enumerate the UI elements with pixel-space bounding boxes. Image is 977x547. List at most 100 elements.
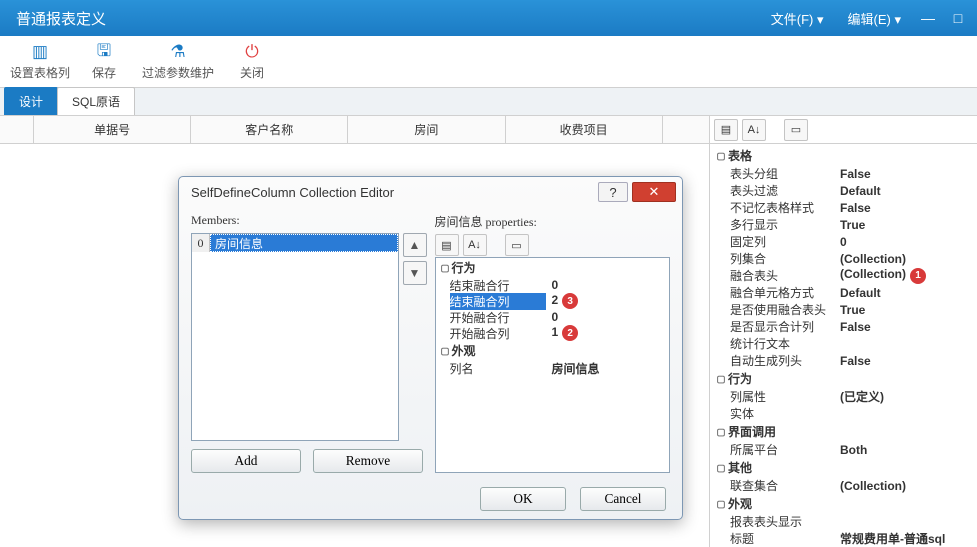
members-listbox[interactable]: 0 房间信息 <box>191 233 399 441</box>
propgrid-row[interactable]: 融合单元格方式Default <box>710 284 977 301</box>
prop-value[interactable]: True <box>834 218 975 232</box>
property-grid-panel: ▤ A↓ ▭ ▢表格表头分组False表头过滤Default不记忆表格样式Fal… <box>709 116 977 547</box>
prop-value[interactable]: (Collection) <box>834 252 975 266</box>
expand-icon[interactable]: ▢ <box>715 373 726 384</box>
tab-design[interactable]: 设计 <box>4 87 58 115</box>
propgrid-category[interactable]: ▢外观 <box>436 341 670 360</box>
menu-edit[interactable]: 编辑(E) ▾ <box>836 3 913 34</box>
propgrid-row[interactable]: 表头过滤Default <box>710 182 977 199</box>
prop-value[interactable]: 12 <box>546 325 668 342</box>
set-columns-button[interactable]: ▥ 设置表格列 <box>10 42 70 81</box>
close-button[interactable]: ⏻ 关闭 <box>222 42 282 81</box>
prop-value[interactable]: False <box>834 167 975 181</box>
prop-value[interactable]: False <box>834 354 975 368</box>
propgrid-row[interactable]: 表头分组False <box>710 165 977 182</box>
prop-value[interactable]: (Collection)1 <box>834 267 975 284</box>
tab-sql[interactable]: SQL原语 <box>57 87 135 115</box>
add-button[interactable]: Add <box>191 449 301 473</box>
inner-categorized-button[interactable]: ▤ <box>435 234 459 256</box>
prop-value[interactable]: (Collection) <box>834 479 975 493</box>
save-button[interactable]: 🖫 保存 <box>74 42 134 81</box>
propgrid-row[interactable]: 标题常规费用单-普通sql <box>710 530 977 547</box>
minimize-button[interactable]: — <box>913 3 943 33</box>
propgrid-row[interactable]: 列名房间信息 <box>436 360 670 376</box>
propgrid-category[interactable]: ▢行为 <box>436 258 670 277</box>
prop-value[interactable]: True <box>834 303 975 317</box>
prop-key: 列名 <box>450 360 546 377</box>
col-header[interactable]: 收费项目 <box>506 116 663 143</box>
prop-value[interactable]: False <box>834 320 975 334</box>
inner-alpha-button[interactable]: A↓ <box>463 234 487 256</box>
alpha-view-button[interactable]: A↓ <box>742 119 766 141</box>
members-label: Members: <box>191 213 427 229</box>
propgrid-row[interactable]: 固定列0 <box>710 233 977 250</box>
propgrid-row[interactable]: 开始融合行0 <box>436 309 670 325</box>
propgrid-row[interactable]: 是否使用融合表头True <box>710 301 977 318</box>
propgrid-row[interactable]: 结束融合列23 <box>436 293 670 309</box>
propgrid-category[interactable]: ▢外观 <box>710 494 977 513</box>
propgrid-row[interactable]: 开始融合列12 <box>436 325 670 341</box>
propgrid-row[interactable]: 统计行文本 <box>710 335 977 352</box>
annotation-badge: 1 <box>910 268 926 284</box>
expand-icon[interactable]: ▢ <box>715 426 726 437</box>
propgrid-category[interactable]: ▢行为 <box>710 369 977 388</box>
prop-value[interactable]: (已定义) <box>834 388 975 405</box>
prop-value[interactable]: Default <box>834 286 975 300</box>
propgrid-row[interactable]: 是否显示合计列False <box>710 318 977 335</box>
prop-value[interactable]: 房间信息 <box>546 360 668 377</box>
prop-key: 融合单元格方式 <box>730 284 834 301</box>
menu-file[interactable]: 文件(F) ▾ <box>759 3 836 34</box>
prop-value[interactable]: 0 <box>546 278 668 292</box>
inner-pages-button[interactable]: ▭ <box>505 234 529 256</box>
dialog-help-button[interactable]: ? <box>598 182 628 202</box>
filter-params-button[interactable]: ⚗ 过滤参数维护 <box>138 42 218 81</box>
propgrid-category[interactable]: ▢表格 <box>710 146 977 165</box>
ok-button[interactable]: OK <box>480 487 566 511</box>
propgrid-row[interactable]: 自动生成列头False <box>710 352 977 369</box>
prop-key: 联查集合 <box>730 477 834 494</box>
remove-button[interactable]: Remove <box>313 449 423 473</box>
prop-value[interactable]: 0 <box>834 235 975 249</box>
propgrid-row[interactable]: 列属性(已定义) <box>710 388 977 405</box>
properties-label: 房间信息 properties: <box>435 213 671 229</box>
propgrid-row[interactable]: 报表表头显示 <box>710 513 977 530</box>
propgrid-row[interactable]: 融合表头(Collection)1 <box>710 267 977 284</box>
expand-icon[interactable]: ▢ <box>715 462 726 473</box>
propgrid-category[interactable]: ▢界面调用 <box>710 422 977 441</box>
expand-icon[interactable]: ▢ <box>439 345 450 356</box>
propgrid-category[interactable]: ▢其他 <box>710 458 977 477</box>
maximize-button[interactable]: □ <box>943 3 973 33</box>
prop-value[interactable]: Both <box>834 443 975 457</box>
prop-value[interactable]: False <box>834 201 975 215</box>
prop-value[interactable]: 0 <box>546 310 668 324</box>
col-header[interactable]: 房间 <box>348 116 505 143</box>
prop-key: 表头分组 <box>730 165 834 182</box>
expand-icon[interactable]: ▢ <box>715 150 726 161</box>
propgrid-row[interactable]: 列集合(Collection) <box>710 250 977 267</box>
member-item[interactable]: 0 房间信息 <box>192 234 398 252</box>
prop-value[interactable]: 23 <box>546 293 668 310</box>
dialog-close-button[interactable]: ✕ <box>632 182 676 202</box>
annotation-badge: 2 <box>562 325 578 341</box>
dialog-titlebar[interactable]: SelfDefineColumn Collection Editor ? ✕ <box>179 177 682 207</box>
propgrid-row[interactable]: 多行显示True <box>710 216 977 233</box>
collection-editor-dialog: SelfDefineColumn Collection Editor ? ✕ M… <box>178 176 683 520</box>
property-pages-button[interactable]: ▭ <box>784 119 808 141</box>
col-header[interactable]: 客户名称 <box>191 116 348 143</box>
row-selector-header[interactable] <box>0 116 34 143</box>
filter-icon: ⚗ <box>138 42 218 62</box>
col-header[interactable]: 单据号 <box>34 116 191 143</box>
prop-value[interactable]: 常规费用单-普通sql <box>834 530 975 547</box>
categorized-view-button[interactable]: ▤ <box>714 119 738 141</box>
expand-icon[interactable]: ▢ <box>439 262 450 273</box>
propgrid-row[interactable]: 结束融合行0 <box>436 277 670 293</box>
propgrid-row[interactable]: 实体 <box>710 405 977 422</box>
propgrid-row[interactable]: 不记忆表格样式False <box>710 199 977 216</box>
propgrid-row[interactable]: 联查集合(Collection) <box>710 477 977 494</box>
prop-value[interactable]: Default <box>834 184 975 198</box>
propgrid-row[interactable]: 所属平台Both <box>710 441 977 458</box>
move-up-button[interactable]: ▲ <box>403 233 427 257</box>
move-down-button[interactable]: ▼ <box>403 261 427 285</box>
cancel-button[interactable]: Cancel <box>580 487 666 511</box>
expand-icon[interactable]: ▢ <box>715 498 726 509</box>
